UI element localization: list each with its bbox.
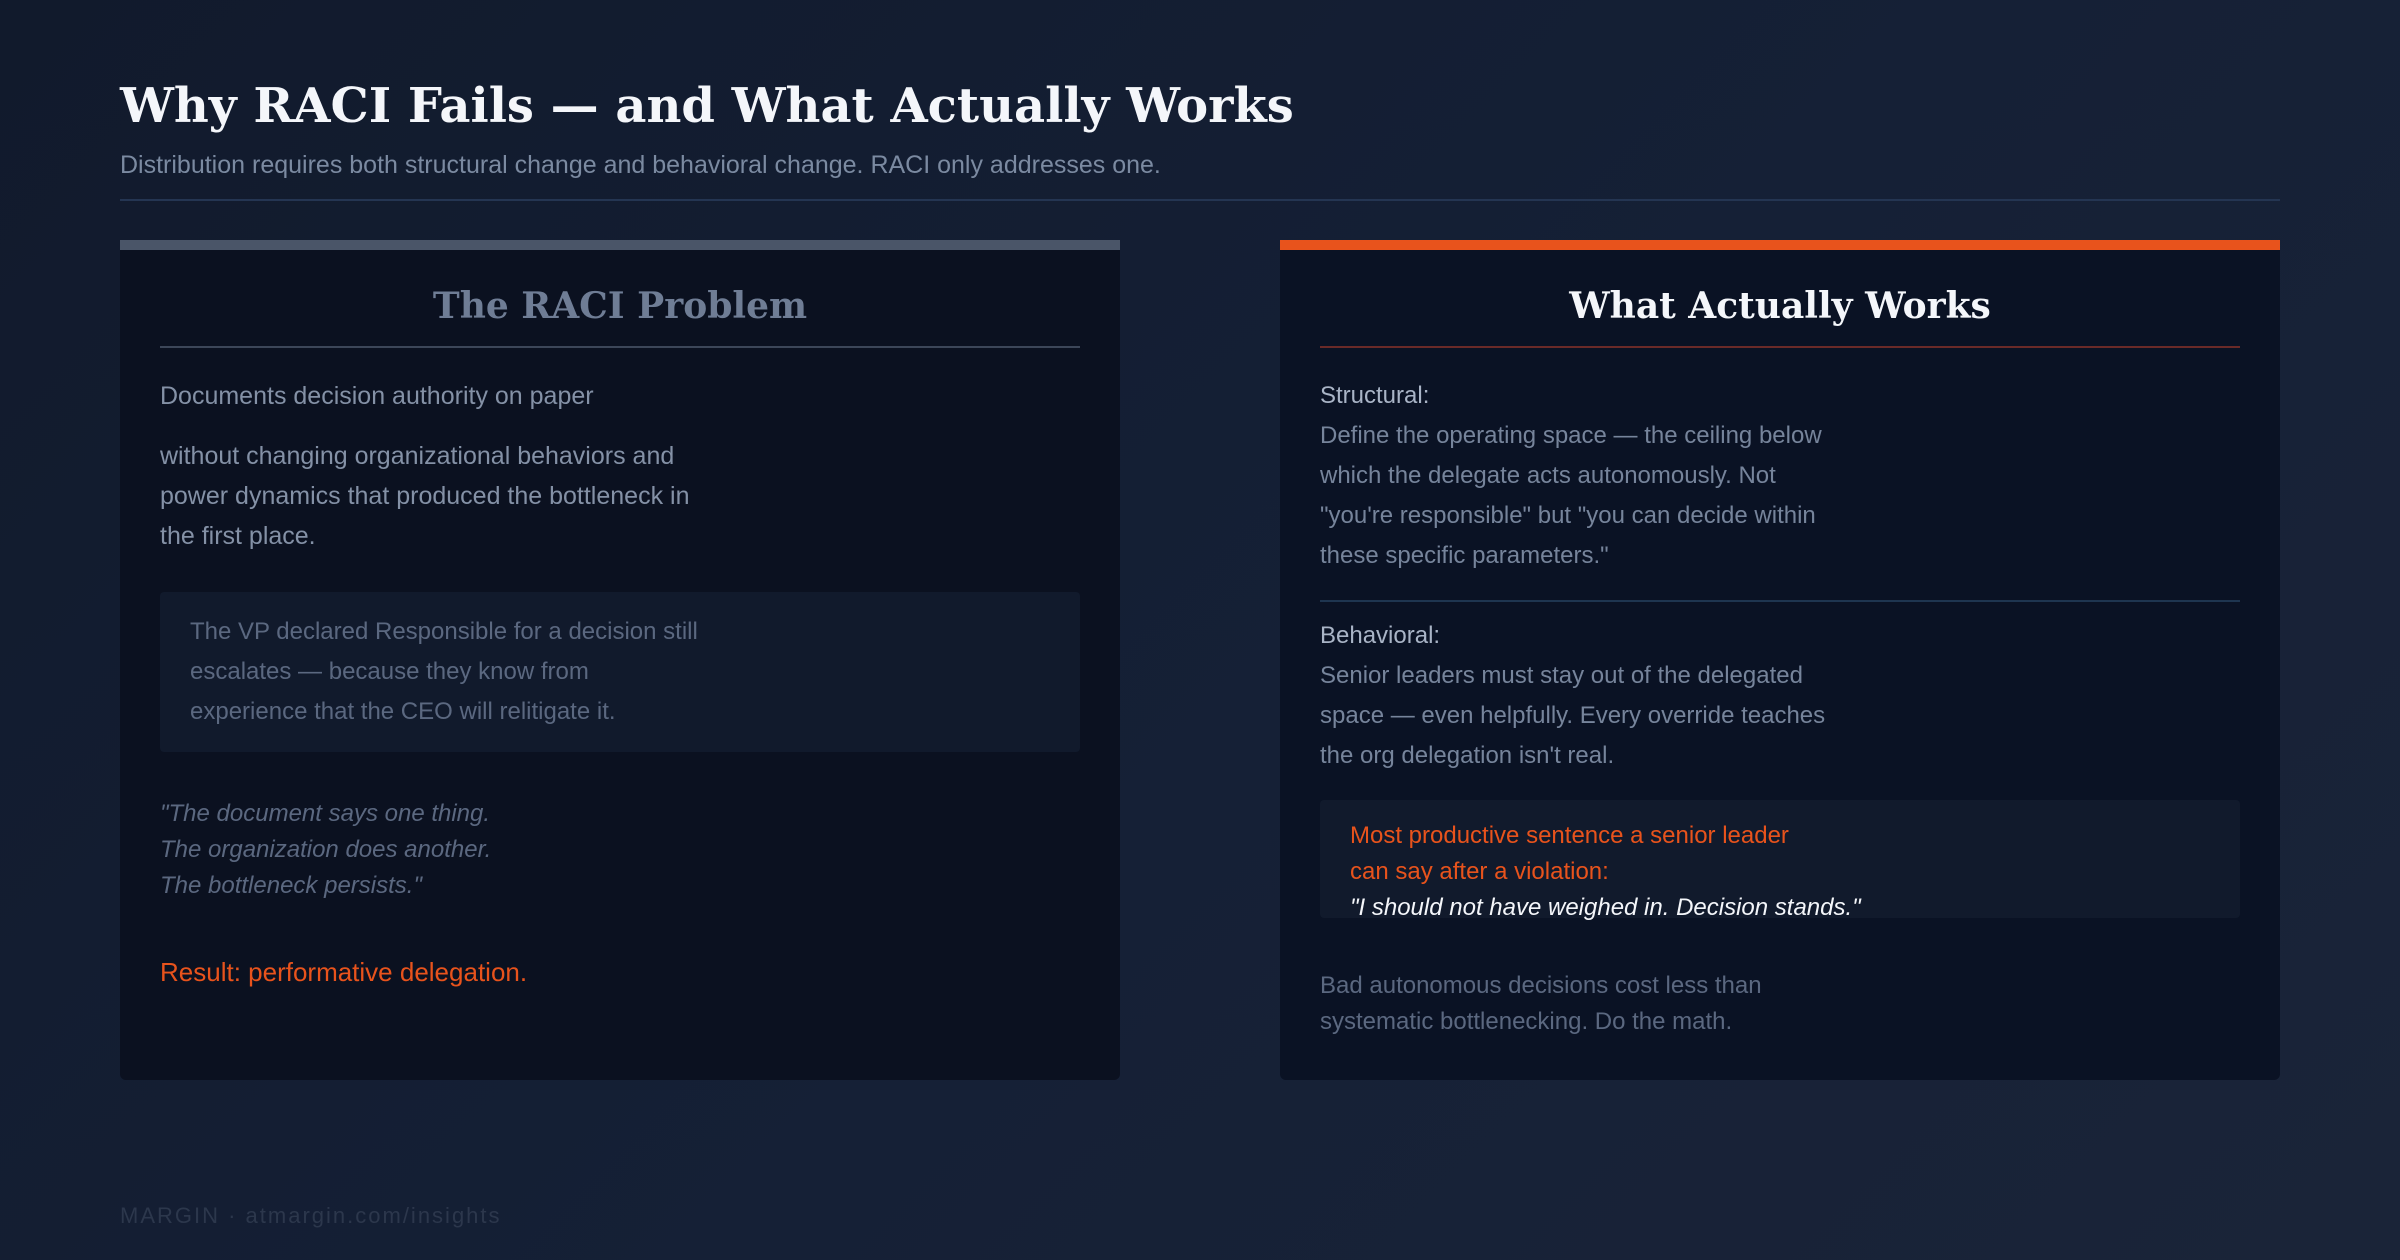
page-header: Why RACI Fails — and What Actually Works… <box>120 76 2280 180</box>
section-divider <box>1320 600 2240 602</box>
header-divider <box>120 199 2280 201</box>
what-works-footnote: Bad autonomous decisions cost less than … <box>1320 972 1762 1035</box>
behavioral-section: Behavioral: Senior leaders must stay out… <box>1320 616 1840 776</box>
raci-result: Result: performative delegation. <box>160 957 528 987</box>
raci-quote-line: The bottleneck persists." <box>160 872 422 899</box>
structural-body: Define the operating space — the ceiling… <box>1320 422 1822 569</box>
what-works-title: What Actually Works <box>1569 285 1991 327</box>
raci-problem-title: The RACI Problem <box>432 285 808 327</box>
raci-quote: "The document says one thing. The organi… <box>160 796 491 904</box>
raci-problem-card: The RACI Problem Documents decision auth… <box>120 240 1120 1080</box>
card-title-divider <box>160 346 1080 348</box>
raci-lead-detail: without changing organizational behavior… <box>160 442 690 550</box>
raci-quote-line: "The document says one thing. <box>160 800 491 827</box>
card-title-divider <box>1320 346 2240 348</box>
key-sentence-intro: Most productive sentence a senior leader <box>1350 822 1789 849</box>
structural-section: Structural: Define the operating space —… <box>1320 376 1840 576</box>
what-works-card: What Actually Works Structural: Define t… <box>1280 240 2280 1080</box>
raci-example-text: The VP declared Responsible for a decisi… <box>190 618 698 725</box>
page-title: Why RACI Fails — and What Actually Works <box>120 78 1294 134</box>
page-subtitle: Distribution requires both structural ch… <box>120 151 1161 179</box>
behavioral-label: Behavioral: <box>1320 622 1441 649</box>
raci-lead-statement: Documents decision authority on paper <box>160 382 594 410</box>
raci-quote-line: The organization does another. <box>160 836 492 863</box>
behavioral-body: Senior leaders must stay out of the dele… <box>1320 662 1826 769</box>
key-sentence-intro: can say after a violation: <box>1350 858 1609 885</box>
key-sentence-quote: "I should not have weighed in. Decision … <box>1350 894 1861 921</box>
footer-credit: MARGIN · atmargin.com/insights <box>120 1203 502 1228</box>
key-sentence-callout: Most productive sentence a senior leader… <box>1320 800 2240 921</box>
structural-label: Structural: <box>1320 382 1430 409</box>
raci-example-callout: The VP declared Responsible for a decisi… <box>160 592 1080 752</box>
